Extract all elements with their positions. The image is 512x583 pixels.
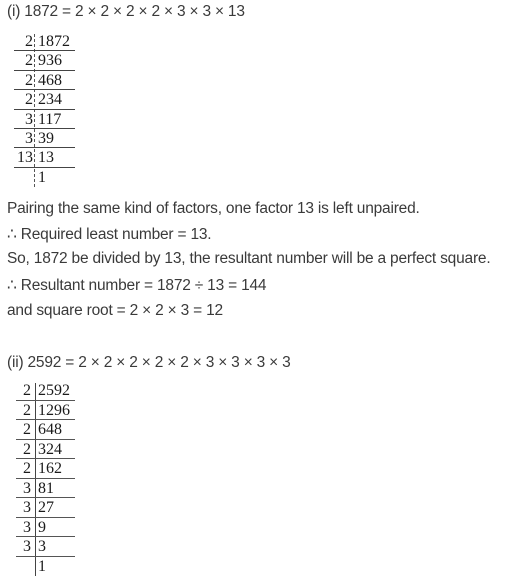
divisor: 2 bbox=[25, 33, 33, 50]
text-line: and square root = 2 × 2 × 3 = 12 bbox=[7, 302, 223, 319]
dividend: 1872 bbox=[38, 33, 70, 50]
dividend: 81 bbox=[38, 479, 54, 497]
dividend: 648 bbox=[38, 421, 62, 438]
dividend: 324 bbox=[38, 440, 62, 458]
division-row: 2 468 bbox=[0, 71, 90, 91]
divisor: 3 bbox=[23, 499, 31, 516]
divisor: 3 bbox=[23, 479, 31, 497]
dividend: 1296 bbox=[38, 401, 70, 419]
divisor: 3 bbox=[25, 129, 33, 147]
dividend: 2592 bbox=[38, 382, 70, 399]
dividend: 27 bbox=[38, 499, 54, 516]
divisor: 3 bbox=[23, 518, 31, 536]
dividend: 936 bbox=[38, 52, 62, 70]
divisor: 2 bbox=[23, 440, 31, 458]
prime-factorization-table-2592: 2 2592 2 1296 2 648 2 324 2 162 3 81 3 27 39 33… bbox=[0, 381, 90, 576]
dividend: 13 bbox=[38, 149, 54, 167]
division-row: 33 bbox=[0, 537, 90, 557]
division-row: 2 936 bbox=[0, 51, 90, 72]
division-row: 2 234 bbox=[0, 90, 90, 110]
division-row-quotient: 1 bbox=[0, 168, 90, 187]
division-row: 3 27 bbox=[0, 498, 90, 518]
dividend: 234 bbox=[38, 91, 62, 109]
divisor: 2 bbox=[23, 421, 31, 438]
division-row: 13 13 bbox=[0, 148, 90, 169]
divisor: 2 bbox=[25, 91, 33, 109]
dividend: 1 bbox=[38, 557, 46, 575]
division-row: 39 bbox=[0, 518, 90, 538]
division-row-quotient: 1 bbox=[0, 557, 90, 577]
prime-factorization-table-1872: 2 1872 2 936 2 468 2 234 3 117 3 39 13 13 1 bbox=[0, 32, 90, 188]
dividend: 468 bbox=[38, 71, 62, 89]
division-row: 3 117 bbox=[0, 110, 90, 130]
divisor: 3 bbox=[25, 110, 33, 128]
divisor: 2 bbox=[23, 401, 31, 419]
division-row: 3 39 bbox=[0, 129, 90, 149]
division-row: 2 1872 bbox=[0, 32, 90, 52]
division-row: 2 1296 bbox=[0, 401, 90, 421]
dividend: 39 bbox=[38, 129, 54, 147]
dividend: 117 bbox=[38, 110, 62, 128]
dividend: 1 bbox=[38, 168, 46, 186]
division-row: 2 324 bbox=[0, 440, 90, 460]
division-row: 3 81 bbox=[0, 479, 90, 499]
divisor: 2 bbox=[25, 52, 33, 70]
division-row: 2 2592 bbox=[0, 381, 90, 401]
division-row: 2 648 bbox=[0, 420, 90, 440]
text-line: ∴ Resultant number = 1872 ÷ 13 = 144 bbox=[7, 277, 267, 294]
text-line: So, 1872 be divided by 13, the resultant… bbox=[7, 250, 491, 267]
part1-heading: (i) 1872 = 2 × 2 × 2 × 2 × 3 × 3 × 13 bbox=[7, 3, 245, 20]
text-line: ∴ Required least number = 13. bbox=[7, 226, 212, 243]
dividend: 9 bbox=[38, 518, 46, 536]
divisor: 2 bbox=[25, 71, 33, 89]
dividend: 3 bbox=[38, 538, 46, 555]
part2-heading: (ii) 2592 = 2 × 2 × 2 × 2 × 2 × 3 × 3 × … bbox=[7, 354, 291, 371]
divisor: 13 bbox=[17, 149, 33, 167]
divisor: 2 bbox=[23, 382, 31, 399]
dividend: 162 bbox=[38, 460, 62, 477]
divisor: 3 bbox=[23, 538, 31, 555]
text-line: Pairing the same kind of factors, one fa… bbox=[7, 200, 420, 217]
divisor: 2 bbox=[23, 460, 31, 477]
division-row: 2 162 bbox=[0, 459, 90, 479]
